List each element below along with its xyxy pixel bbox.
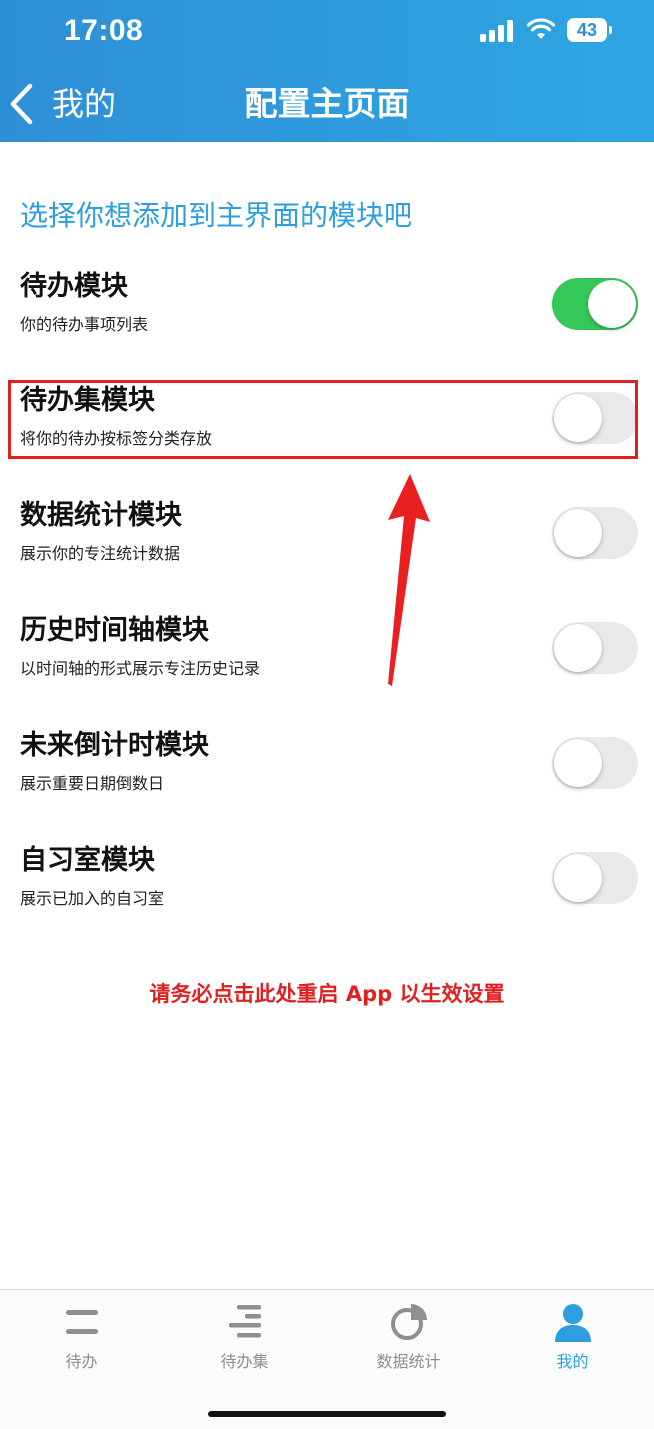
restart-app-link[interactable]: 请务必点击此处重启 App 以生效设置 <box>0 978 654 1010</box>
module-title: 数据统计模块 <box>20 500 182 531</box>
module-description: 展示已加入的自习室 <box>20 889 165 908</box>
module-row-todo-collection: 待办集模块 将你的待办按标签分类存放 <box>0 382 654 482</box>
toggle-knob <box>554 394 602 442</box>
module-description: 你的待办事项列表 <box>20 315 149 334</box>
status-time: 17:08 <box>64 14 144 47</box>
battery-icon: 43 <box>567 18 612 42</box>
module-title: 自习室模块 <box>20 845 155 876</box>
countdown-module-toggle[interactable] <box>552 737 638 789</box>
toggle-knob <box>554 854 602 902</box>
module-row-countdown: 未来倒计时模块 展示重要日期倒数日 <box>0 727 654 827</box>
tab-statistics[interactable]: 数据统计 <box>327 1290 490 1390</box>
chevron-left-icon <box>10 83 33 125</box>
todo-collection-icon <box>228 1305 261 1338</box>
battery-level: 43 <box>567 18 607 42</box>
module-description: 以时间轴的形式展示专注历史记录 <box>20 659 261 678</box>
tab-label: 数据统计 <box>376 1352 441 1371</box>
tab-label: 待办 <box>65 1352 98 1371</box>
pie-chart-icon <box>390 1304 427 1340</box>
statistics-module-toggle[interactable] <box>552 507 638 559</box>
tab-label: 我的 <box>556 1352 589 1371</box>
app-header: 17:08 43 我的 配置主页面 <box>0 0 654 142</box>
back-label: 我的 <box>52 85 117 123</box>
back-button[interactable]: 我的 <box>8 80 116 128</box>
module-row-study-room: 自习室模块 展示已加入的自习室 <box>0 842 654 942</box>
toggle-knob <box>554 624 602 672</box>
toggle-knob <box>554 509 602 557</box>
toggle-knob <box>554 739 602 787</box>
todo-collection-module-toggle[interactable] <box>552 392 638 444</box>
module-row-statistics: 数据统计模块 展示你的专注统计数据 <box>0 497 654 597</box>
module-title: 待办集模块 <box>20 385 155 416</box>
section-heading: 选择你想添加到主界面的模块吧 <box>20 199 413 232</box>
tab-label: 待办集 <box>220 1352 269 1371</box>
study-room-module-toggle[interactable] <box>552 852 638 904</box>
module-description: 展示重要日期倒数日 <box>20 774 165 793</box>
home-indicator <box>208 1411 446 1417</box>
todo-lines-icon <box>65 1310 98 1334</box>
todo-module-toggle[interactable] <box>552 278 638 330</box>
module-title: 未来倒计时模块 <box>20 730 209 761</box>
tab-todo[interactable]: 待办 <box>0 1290 163 1390</box>
bottom-tab-bar: 待办 待办集 数据统计 我的 <box>0 1289 654 1429</box>
cellular-signal-icon <box>480 20 516 42</box>
module-title: 待办模块 <box>20 271 128 302</box>
module-row-todo: 待办模块 你的待办事项列表 <box>0 268 654 368</box>
tab-me[interactable]: 我的 <box>491 1290 654 1390</box>
tab-todo-collection[interactable]: 待办集 <box>163 1290 326 1390</box>
module-description: 展示你的专注统计数据 <box>20 544 181 563</box>
module-title: 历史时间轴模块 <box>20 615 209 646</box>
history-timeline-module-toggle[interactable] <box>552 622 638 674</box>
toggle-knob <box>588 280 636 328</box>
person-icon <box>554 1304 591 1342</box>
module-description: 将你的待办按标签分类存放 <box>20 429 213 448</box>
wifi-icon <box>527 18 555 39</box>
module-row-history-timeline: 历史时间轴模块 以时间轴的形式展示专注历史记录 <box>0 612 654 712</box>
